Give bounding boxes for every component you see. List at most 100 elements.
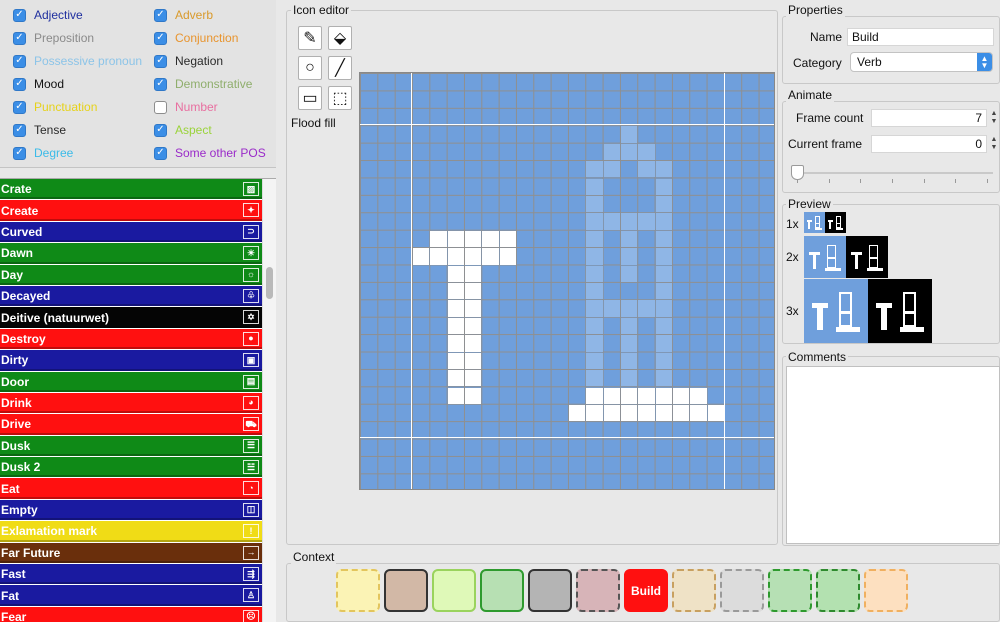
word-list-item[interactable]: Deitive (natuurwet) ✡ <box>0 307 262 329</box>
context-tile[interactable] <box>864 569 908 612</box>
pixel-ghost <box>621 317 638 335</box>
word-list-item[interactable]: Door ▤ <box>0 371 262 393</box>
filter-checkbox[interactable]: ✓ <box>154 31 167 45</box>
filter-preposition[interactable]: ✓ Preposition <box>13 28 94 48</box>
filter-mood[interactable]: ✓ Mood <box>13 74 64 94</box>
filter-demonstrative[interactable]: ✓ Demonstrative <box>154 74 252 94</box>
filter-negation[interactable]: ✓ Negation <box>154 51 223 71</box>
word-list-item[interactable]: Dawn ☀ <box>0 243 262 265</box>
filter-checkbox[interactable]: ✓ <box>154 77 167 91</box>
filter-checkbox[interactable]: ✓ <box>13 123 26 137</box>
word-list-item[interactable]: Decayed ♧ <box>0 285 262 308</box>
word-label: Drive <box>1 417 32 432</box>
word-label: Decayed <box>1 289 51 304</box>
current-frame-stepper[interactable]: ▲ ▼ <box>989 135 999 153</box>
filter-checkbox[interactable]: ✓ <box>154 146 167 160</box>
pixel-ghost <box>603 300 620 317</box>
word-list-item[interactable]: Empty ◫ <box>0 499 262 522</box>
filter-checkbox[interactable]: ✓ <box>13 31 26 45</box>
flood-fill-tool-icon[interactable]: ⬙ <box>328 26 352 50</box>
word-label: Dawn <box>1 246 34 261</box>
word-list-item[interactable]: Exlamation mark! <box>0 521 262 543</box>
context-tile[interactable] <box>384 569 428 612</box>
context-tile[interactable] <box>816 569 860 612</box>
frame-count-stepper[interactable]: ▲ ▼ <box>989 109 999 127</box>
word-list-item[interactable]: Dusk ☰ <box>0 435 262 458</box>
filter-label: Mood <box>34 77 65 91</box>
filter-checkbox[interactable]: ✓ <box>13 100 26 114</box>
frame-slider-track[interactable] <box>793 172 993 174</box>
preview-2x-label: 2x <box>786 250 799 264</box>
filter-aspect[interactable]: ✓ Aspect <box>154 120 212 140</box>
pixel-ghost <box>586 213 603 230</box>
rectangle-tool-icon[interactable]: ▭ <box>298 86 322 110</box>
word-list-item[interactable]: Destroy ● <box>0 328 262 351</box>
word-label: Curved <box>1 224 43 239</box>
word-list-item[interactable]: Day ☼ <box>0 264 262 286</box>
frame-slider-thumb[interactable] <box>791 165 804 180</box>
pixel-on <box>655 404 672 422</box>
filter-number[interactable]: Number <box>154 97 218 117</box>
filter-checkbox[interactable]: ✓ <box>13 8 26 22</box>
filter-punctuation[interactable]: ✓ Punctuation <box>13 97 97 117</box>
context-tile[interactable] <box>720 569 764 612</box>
pencil-tool-icon[interactable]: ✎ <box>298 26 322 50</box>
word-list-item[interactable]: Fast ⇶ <box>0 564 262 586</box>
context-tile-label: Build <box>631 583 661 598</box>
word-list-scrollbar[interactable] <box>262 179 276 622</box>
line-tool-icon[interactable]: ╱ <box>328 56 352 80</box>
select-tool-icon[interactable]: ⬚ <box>328 86 352 110</box>
context-tile[interactable] <box>336 569 380 612</box>
filter-degree[interactable]: ✓ Degree <box>13 143 73 163</box>
word-list-item[interactable]: Create ✦ <box>0 200 262 222</box>
filter-checkbox[interactable]: ✓ <box>154 54 167 68</box>
word-list-rows: Crate ▨ Create ✦ Curved ⊃ Dawn ☀ Day ☼ Decayed ♧ Dei… <box>0 179 262 622</box>
word-list-item[interactable]: Dusk 2 ☱ <box>0 457 262 479</box>
comments-textarea[interactable] <box>786 366 1000 544</box>
filter-checkbox[interactable] <box>154 100 167 114</box>
pixel-ghost <box>655 161 672 178</box>
context-tile[interactable] <box>528 569 572 612</box>
word-list-item[interactable]: Curved ⊃ <box>0 221 262 244</box>
category-value: Verb <box>857 55 882 69</box>
filter-adjective[interactable]: ✓ Adjective <box>13 5 83 25</box>
name-field[interactable]: Build <box>847 28 994 46</box>
frame-count-field[interactable]: 7 <box>871 109 987 127</box>
pixel-canvas[interactable] <box>359 72 775 490</box>
filter-possessive-pronoun[interactable]: ✓ Possessive pronoun <box>13 51 142 71</box>
circle-tool-icon[interactable]: ○ <box>298 56 322 80</box>
word-list-item[interactable]: Eat ◔ <box>0 478 262 500</box>
fast-icon: ⇶ <box>243 567 259 582</box>
filter-label: Conjunction <box>175 31 239 45</box>
filter-checkbox[interactable]: ✓ <box>13 77 26 91</box>
word-list-item[interactable]: Dirty ▣ <box>0 350 262 372</box>
word-list-item[interactable]: Fat ♙ <box>0 585 262 607</box>
preview-2x-black <box>846 236 888 278</box>
context-tile[interactable] <box>480 569 524 612</box>
context-tile[interactable] <box>672 569 716 612</box>
filter-checkbox[interactable]: ✓ <box>13 54 26 68</box>
filter-checkbox[interactable]: ✓ <box>154 8 167 22</box>
pixel-ghost <box>638 161 655 178</box>
filter-conjunction[interactable]: ✓ Conjunction <box>154 28 238 48</box>
filter-adverb[interactable]: ✓ Adverb <box>154 5 213 25</box>
context-tile[interactable] <box>768 569 812 612</box>
word-list-item[interactable]: Fear ☹ <box>0 606 262 622</box>
filter-checkbox[interactable]: ✓ <box>154 123 167 137</box>
word-list-item[interactable]: Crate ▨ <box>0 179 262 201</box>
word-list-item[interactable]: Far Future → <box>0 542 262 565</box>
decayed-icon: ♧ <box>243 288 259 303</box>
category-select[interactable]: Verb ▲ ▼ <box>850 52 993 72</box>
filter-tense[interactable]: ✓ Tense <box>13 120 66 140</box>
scrollbar-thumb[interactable] <box>266 267 273 299</box>
word-label: Fear <box>1 610 27 622</box>
current-frame-field[interactable]: 0 <box>871 135 987 153</box>
context-tile[interactable] <box>432 569 476 612</box>
pixel-ghost <box>621 230 638 248</box>
filter-checkbox[interactable]: ✓ <box>13 146 26 160</box>
word-list-item[interactable]: Drink ◕ <box>0 392 262 415</box>
context-tile[interactable] <box>576 569 620 612</box>
context-tile-current[interactable]: Build <box>624 569 668 612</box>
word-list-item[interactable]: Drive ⛟ <box>0 414 262 436</box>
filter-some-other-pos[interactable]: ✓ Some other POS <box>154 143 266 163</box>
